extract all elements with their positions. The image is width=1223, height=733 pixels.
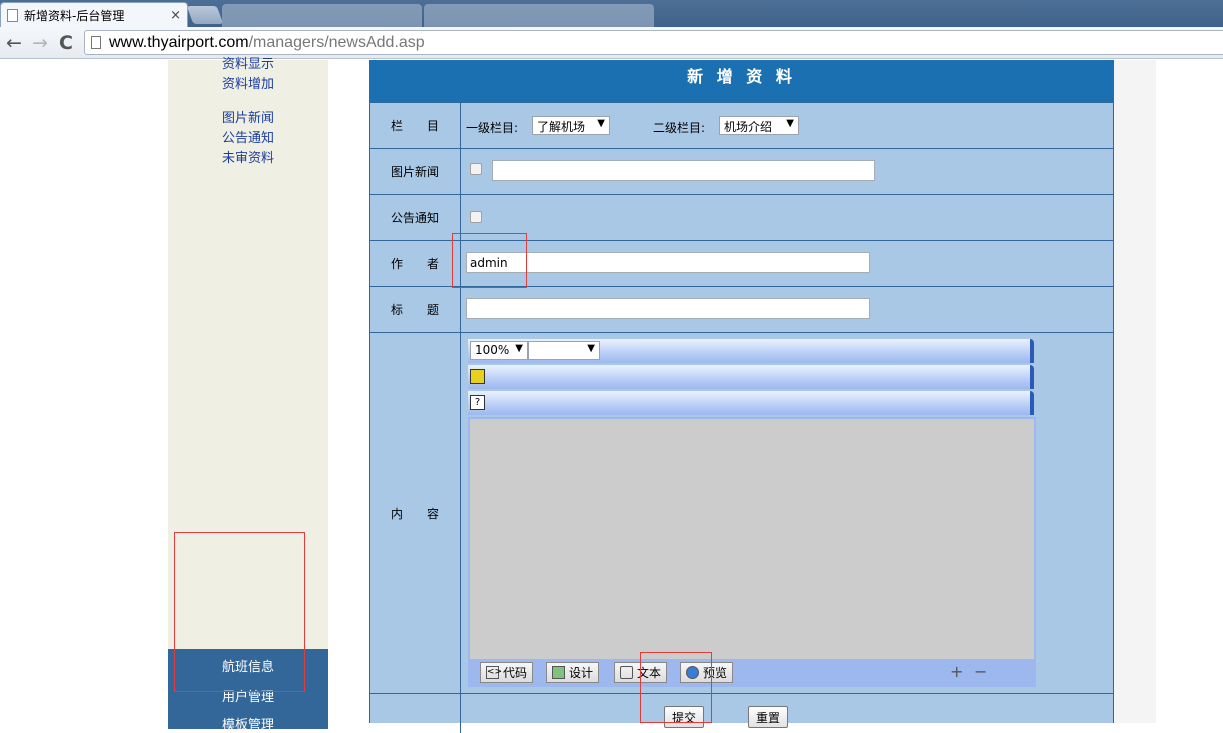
page-icon bbox=[91, 36, 101, 49]
sidebar: 资料显示 资料增加 图片新闻 公告通知 未审资料 航班信息 用户管理 模板管理 bbox=[168, 57, 328, 733]
label-title: 标 题 bbox=[370, 287, 461, 332]
plus-icon[interactable]: + bbox=[950, 662, 963, 681]
level1-label: 一级栏目: bbox=[466, 121, 519, 135]
row-column: 栏 目 一级栏目: 了解机场 ▼ 二级栏目: 机场介绍 ▼ bbox=[370, 102, 1113, 148]
sidebar-link-show[interactable]: 资料显示 bbox=[222, 53, 274, 72]
level1-value: 了解机场 bbox=[537, 120, 586, 134]
label-author: 作 者 bbox=[370, 241, 461, 286]
help-icon[interactable]: ? bbox=[470, 395, 485, 410]
level1-select[interactable]: 了解机场 ▼ bbox=[532, 116, 610, 135]
back-arrow-icon[interactable]: ← bbox=[2, 31, 26, 55]
sidebar-link-photo-news[interactable]: 图片新闻 bbox=[222, 107, 274, 126]
tab-title: 新增资料-后台管理 bbox=[24, 8, 125, 23]
photo-news-checkbox[interactable] bbox=[470, 163, 482, 175]
background-tab[interactable] bbox=[424, 4, 654, 27]
row-actions: 提交 重置 bbox=[370, 693, 1113, 733]
url-host: www.thyairport.com bbox=[109, 33, 249, 51]
submit-button[interactable]: 提交 bbox=[664, 706, 705, 728]
row-content: 内 容 100% ▼ ▼ ? <> 代码 设计 文本 预览 + − bbox=[370, 332, 1113, 693]
background-tab[interactable] bbox=[222, 4, 422, 27]
mode-text-label: 文本 bbox=[637, 666, 662, 680]
mode-design-button[interactable]: 设计 bbox=[546, 662, 600, 683]
level2-label: 二级栏目: bbox=[653, 121, 706, 135]
title-input[interactable] bbox=[466, 298, 870, 319]
address-bar[interactable]: www.thyairport.com/managers/newsAdd.asp bbox=[84, 30, 1223, 55]
new-tab-button[interactable] bbox=[186, 6, 224, 24]
sidebar-link-notices[interactable]: 公告通知 bbox=[222, 127, 274, 146]
mode-text-button[interactable]: 文本 bbox=[614, 662, 668, 683]
text-icon bbox=[620, 666, 633, 679]
forward-arrow-icon[interactable]: → bbox=[28, 31, 52, 55]
actions-label-cell bbox=[370, 694, 461, 733]
reset-button[interactable]: 重置 bbox=[748, 706, 789, 728]
row-title: 标 题 bbox=[370, 286, 1113, 332]
row-photo-news: 图片新闻 bbox=[370, 148, 1113, 194]
row-notice: 公告通知 bbox=[370, 194, 1113, 240]
notice-checkbox[interactable] bbox=[470, 211, 482, 223]
browser-tab-active[interactable]: 新增资料-后台管理 × bbox=[0, 2, 188, 27]
sidebar-link-add[interactable]: 资料增加 bbox=[222, 73, 274, 92]
reload-icon[interactable]: C bbox=[54, 31, 78, 55]
sidebar-item-flights[interactable]: 航班信息 bbox=[168, 656, 328, 675]
chevron-down-icon: ▼ bbox=[587, 343, 595, 354]
design-icon bbox=[552, 666, 565, 679]
row-author: 作 者 bbox=[370, 240, 1113, 286]
sidebar-menu: 航班信息 用户管理 模板管理 bbox=[168, 649, 328, 733]
globe-icon bbox=[686, 666, 699, 679]
level2-value: 机场介绍 bbox=[724, 120, 773, 134]
editor-toolbar-1: 100% ▼ ▼ bbox=[468, 339, 1034, 363]
form-title: 新 增 资 料 bbox=[370, 60, 1113, 102]
code-icon: <> bbox=[486, 666, 503, 679]
minus-icon[interactable]: − bbox=[974, 662, 987, 681]
sidebar-link-unreviewed[interactable]: 未审资料 bbox=[222, 147, 274, 166]
close-tab-icon[interactable]: × bbox=[170, 8, 181, 23]
label-column: 栏 目 bbox=[370, 103, 461, 148]
browser-toolbar: ← → C www.thyairport.com/managers/newsAd… bbox=[0, 27, 1223, 59]
chevron-down-icon: ▼ bbox=[786, 118, 794, 129]
mode-code-button[interactable]: <> 代码 bbox=[480, 662, 534, 683]
label-content: 内 容 bbox=[370, 333, 461, 693]
mode-code-label: 代码 bbox=[503, 666, 528, 680]
browser-tab-strip: 新增资料-后台管理 × bbox=[0, 0, 1223, 27]
chevron-down-icon: ▼ bbox=[597, 118, 605, 129]
document-icon bbox=[7, 8, 18, 22]
editor-mode-bar: <> 代码 设计 文本 预览 + − bbox=[468, 659, 1036, 687]
zoom-value: 100% bbox=[475, 343, 510, 357]
page-content: 资料显示 资料增加 图片新闻 公告通知 未审资料 航班信息 用户管理 模板管理 … bbox=[0, 57, 1223, 733]
label-photo-news: 图片新闻 bbox=[370, 149, 461, 194]
mode-preview-button[interactable]: 预览 bbox=[680, 662, 734, 683]
mode-preview-label: 预览 bbox=[703, 666, 728, 680]
editor-toolbar-2 bbox=[468, 365, 1034, 389]
author-input[interactable] bbox=[466, 252, 870, 273]
label-notice: 公告通知 bbox=[370, 195, 461, 240]
image-insert-icon[interactable] bbox=[470, 369, 485, 384]
editor-content-area[interactable] bbox=[468, 417, 1036, 659]
sidebar-item-users[interactable]: 用户管理 bbox=[168, 686, 328, 705]
editor-toolbar-3: ? bbox=[468, 391, 1034, 415]
chevron-down-icon: ▼ bbox=[515, 343, 523, 354]
url-path: /managers/newsAdd.asp bbox=[248, 33, 425, 51]
right-gutter bbox=[1114, 60, 1156, 723]
sidebar-item-templates[interactable]: 模板管理 bbox=[168, 714, 328, 733]
news-add-form: 新 增 资 料 栏 目 一级栏目: 了解机场 ▼ 二级栏目: 机场介绍 ▼ 图片… bbox=[369, 60, 1114, 733]
mode-design-label: 设计 bbox=[569, 666, 594, 680]
zoom-select[interactable]: 100% ▼ bbox=[470, 341, 528, 360]
photo-news-input[interactable] bbox=[492, 160, 875, 181]
level2-select[interactable]: 机场介绍 ▼ bbox=[719, 116, 799, 135]
font-select[interactable]: ▼ bbox=[528, 341, 600, 360]
